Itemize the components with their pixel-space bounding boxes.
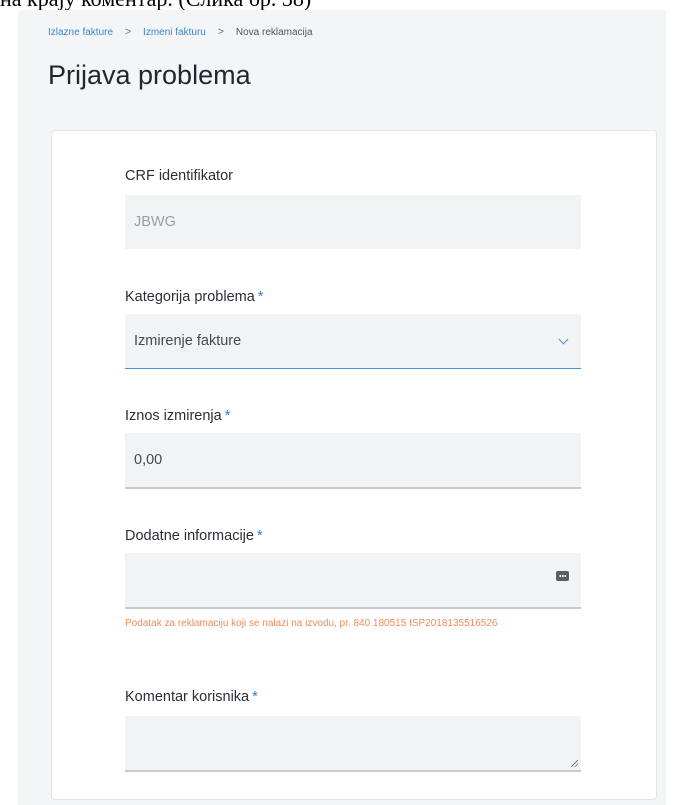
comment-label: Komentar korisnika * [125,689,258,705]
amount-input[interactable]: 0,00 [125,433,581,489]
category-label: Kategorija problema * [125,289,263,305]
required-marker: * [252,689,258,705]
password-dots-icon[interactable] [556,571,569,581]
required-marker: * [257,289,264,305]
breadcrumb: Izlazne fakture > Izmeni fakturu > Nova … [48,26,313,38]
category-selected-value: Izmirenje fakture [134,333,242,349]
additional-info-input[interactable] [125,553,581,609]
crf-label-text: CRF identifikator [125,168,233,184]
breadcrumb-item-izlazne-fakture[interactable]: Izlazne fakture [48,27,113,38]
amount-label-text: Iznos izmirenja [125,408,222,424]
additional-info-hint: Podatak za reklamaciju koji se nalazi na… [125,618,498,629]
breadcrumb-item-current: Nova reklamacija [235,27,313,38]
breadcrumb-item-izmeni-fakturu[interactable]: Izmeni fakturu [143,27,206,38]
crf-field: JBWG [125,195,581,249]
comment-label-text: Komentar korisnika [125,689,250,705]
comment-textarea[interactable] [125,716,581,772]
required-marker: * [256,528,263,544]
required-marker: * [224,408,231,424]
app-view: Izlazne fakture > Izmeni fakturu > Nova … [18,10,666,805]
chevron-down-icon[interactable] [558,334,569,345]
amount-label: Iznos izmirenja * [125,408,230,424]
category-select[interactable]: Izmirenje fakture [125,314,581,369]
crf-value: JBWG [134,214,176,230]
resize-handle-icon[interactable] [571,760,578,767]
breadcrumb-separator-icon: > [217,26,225,38]
additional-info-label: Dodatne informacije * [125,528,263,544]
page-title: Prijava problema [48,60,251,90]
crf-label: CRF identifikator [125,168,233,184]
category-label-text: Kategorija problema [125,289,255,305]
amount-value: 0,00 [134,452,163,468]
breadcrumb-separator-icon: > [124,26,132,38]
form-card: CRF identifikator JBWG Kategorija proble… [51,130,657,800]
additional-info-label-text: Dodatne informacije [125,528,254,544]
